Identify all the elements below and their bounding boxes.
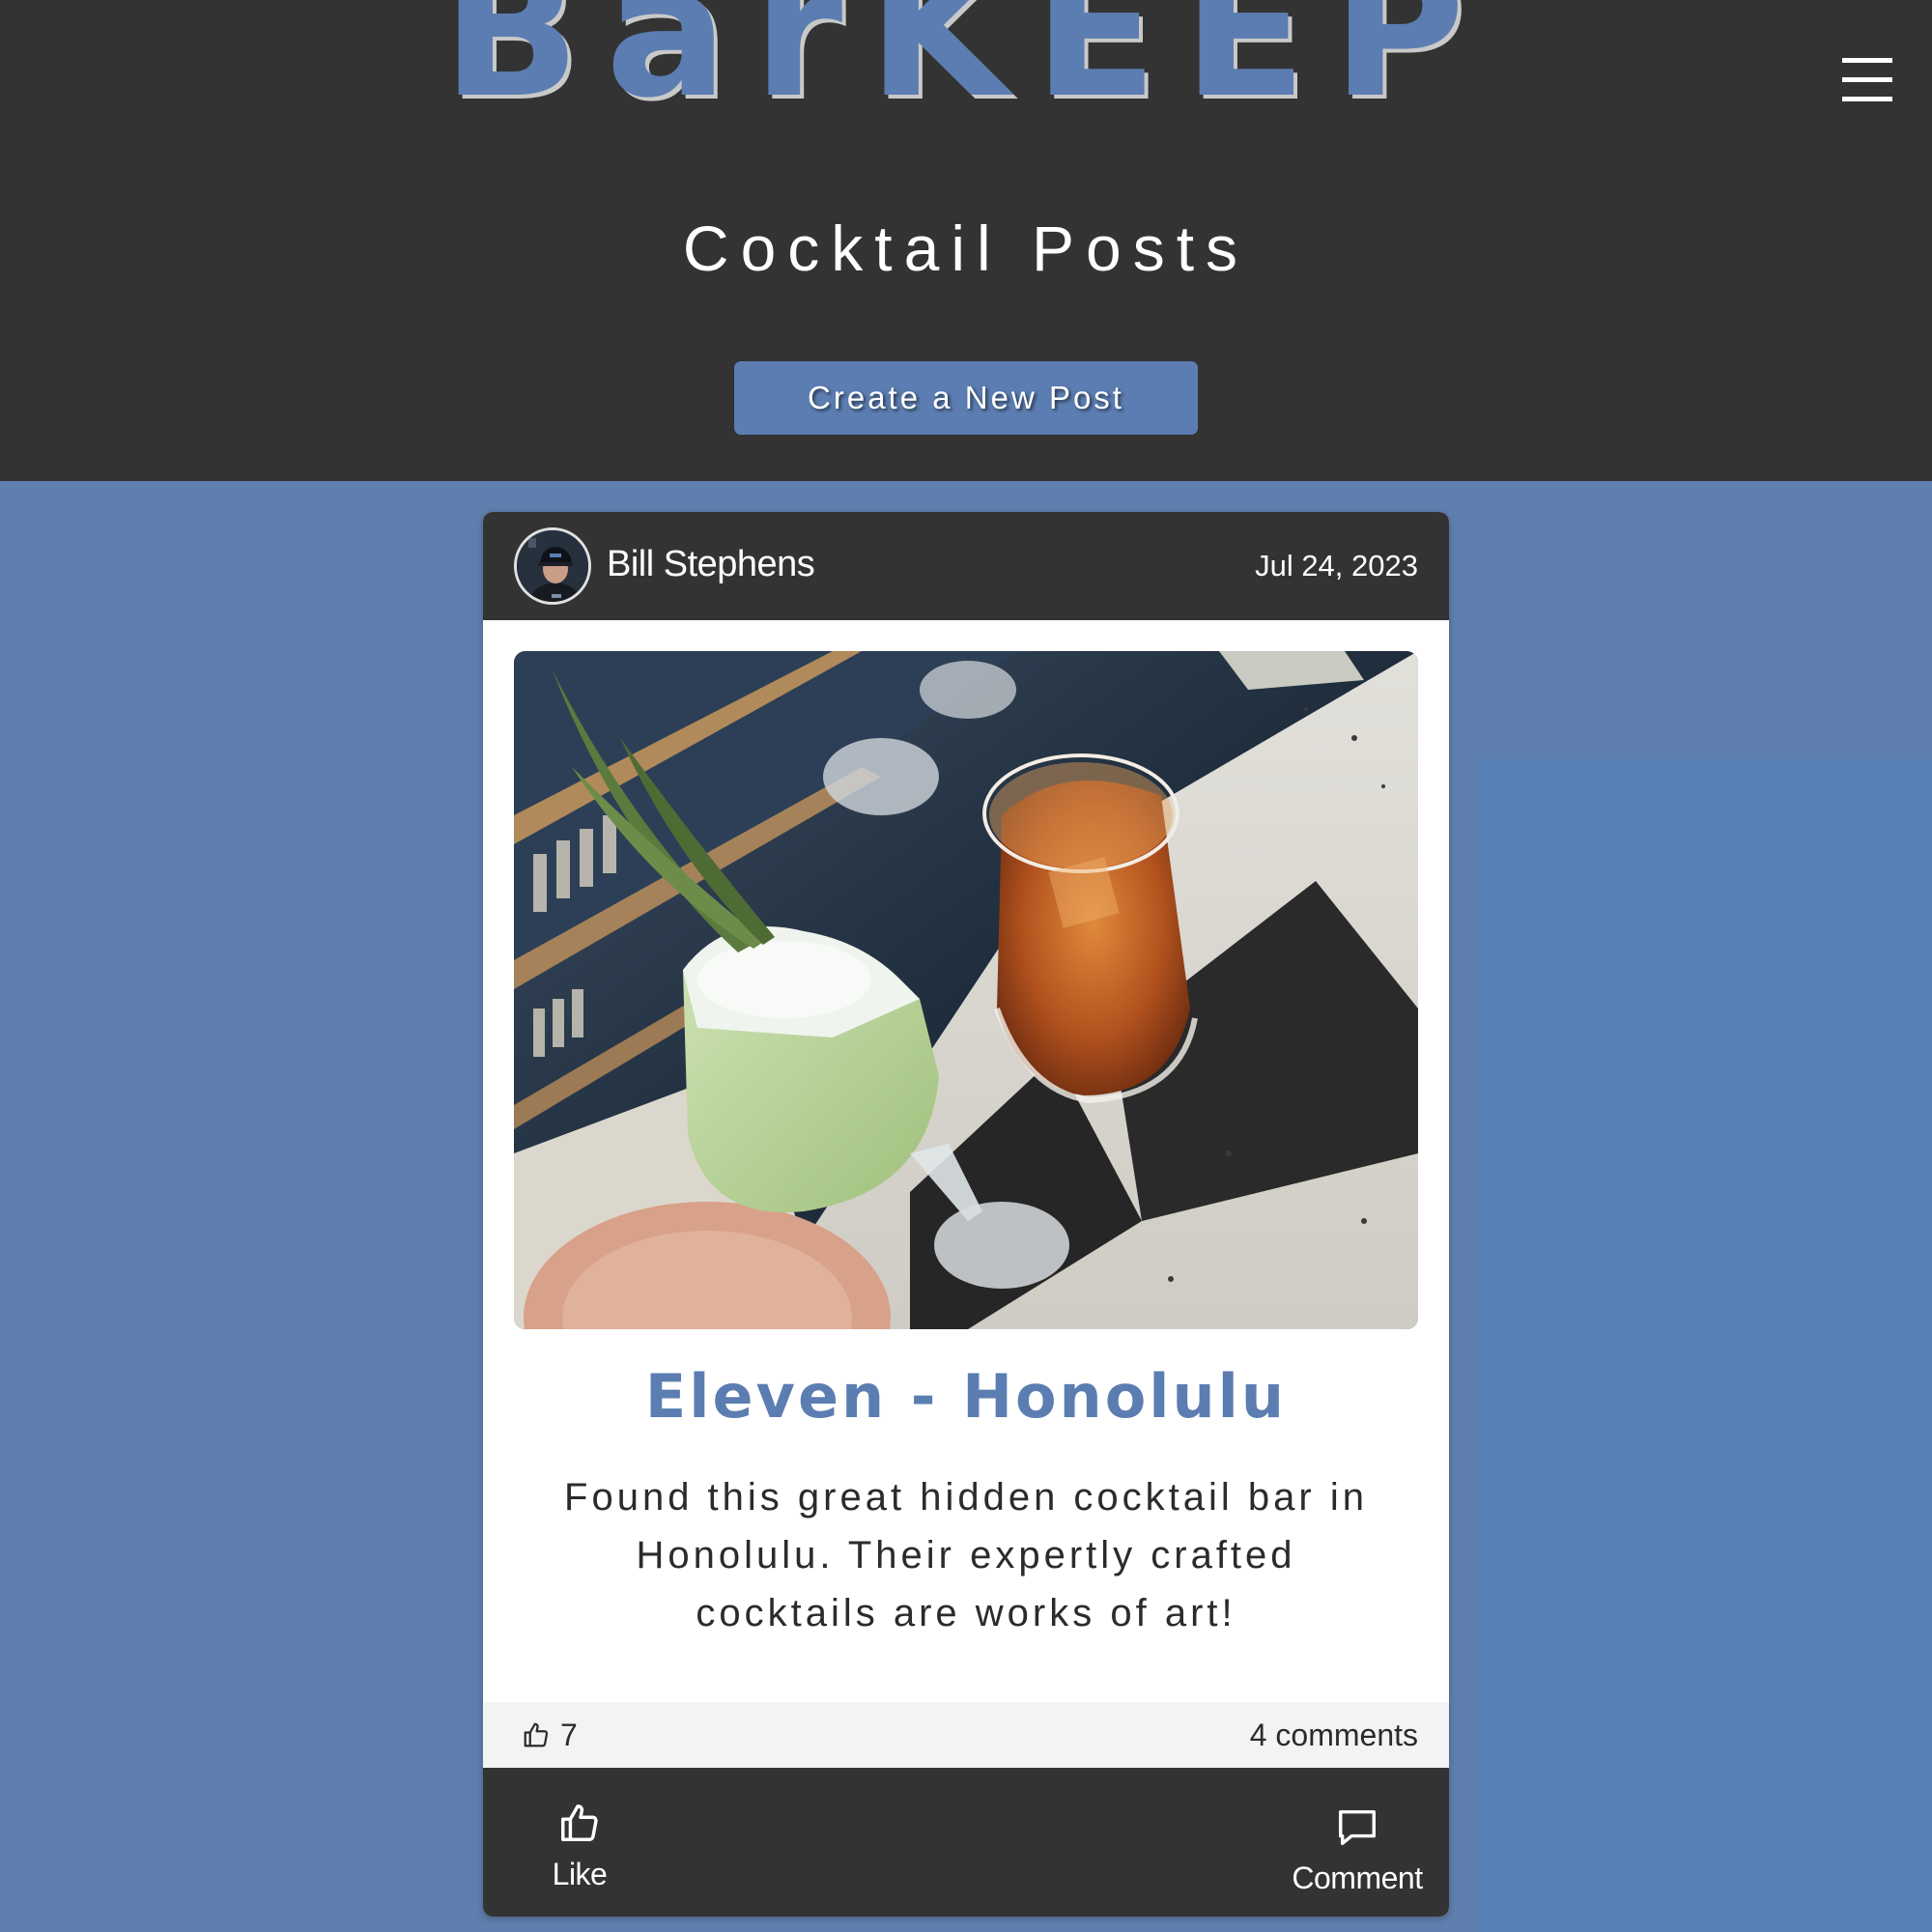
post-title[interactable]: Eleven - Honolulu <box>483 1358 1449 1435</box>
thumbs-up-icon <box>561 1804 598 1841</box>
post-body: Found this great hidden cocktail bar in … <box>564 1476 1368 1634</box>
site-header: BarKEEP Cocktail Posts Create a New Post <box>0 0 1932 481</box>
thumbs-up-icon <box>524 1722 549 1747</box>
like-count-group: 7 <box>522 1718 578 1752</box>
post-photo[interactable] <box>514 651 1418 1329</box>
comment-bubble-icon <box>1339 1809 1376 1845</box>
create-new-post-button[interactable]: Create a New Post <box>734 361 1198 435</box>
page-title: Cocktail Posts <box>682 213 1250 284</box>
like-count: 7 <box>560 1717 578 1752</box>
comment-count-link[interactable]: 4 comments <box>1250 1716 1418 1754</box>
author-name[interactable]: Bill Stephens <box>607 541 815 587</box>
post-stats-bar: 7 4 comments <box>483 1702 1449 1768</box>
post-date: Jul 24, 2023 <box>1255 549 1418 582</box>
background-panel <box>1478 759 1932 1932</box>
comment-button-label: Comment <box>1292 1861 1423 1895</box>
like-button[interactable]: Like <box>522 1801 638 1893</box>
post-header: Bill Stephens Jul 24, 2023 <box>483 512 1449 620</box>
post-actions: Like Comment <box>483 1768 1449 1917</box>
barkeep-logo[interactable]: BarKEEP <box>0 0 1932 124</box>
comment-button[interactable]: Comment <box>1275 1804 1439 1897</box>
like-button-label: Like <box>552 1857 608 1891</box>
post-card: Bill Stephens Jul 24, 2023 Eleven - Hono… <box>483 512 1449 1917</box>
hamburger-menu-icon[interactable] <box>1842 58 1892 102</box>
author-avatar[interactable] <box>514 527 591 605</box>
